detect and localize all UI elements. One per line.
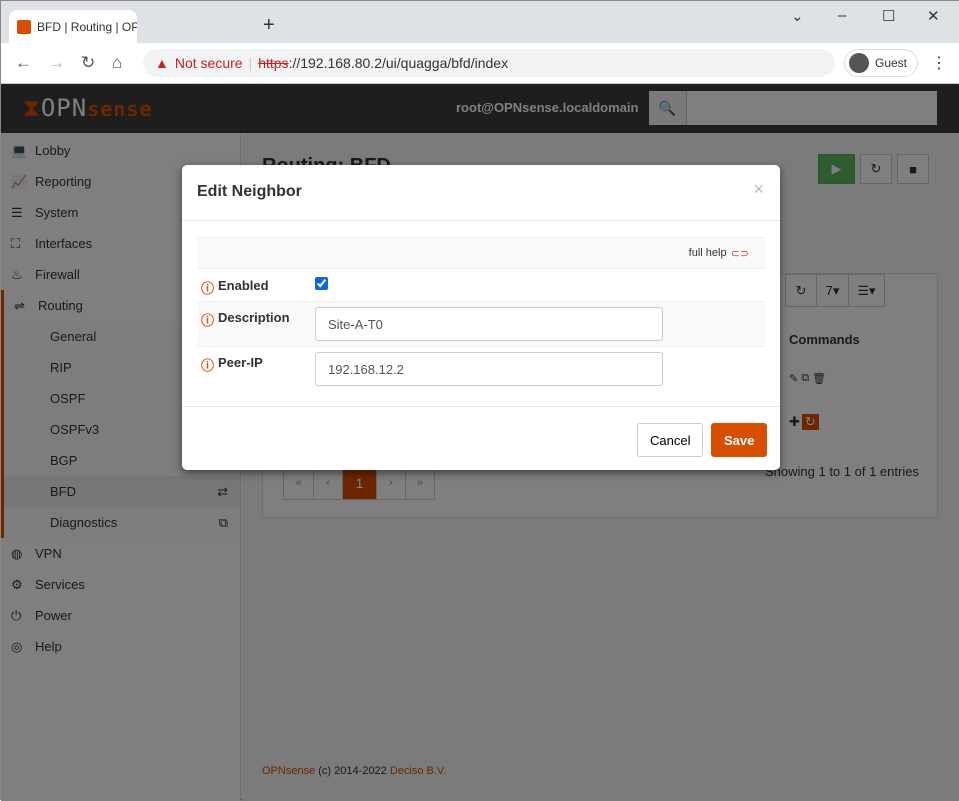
new-tab-button[interactable]: + [263, 14, 275, 37]
browser-tab[interactable]: BFD | Routing | OPNsense.localdc✕ [9, 10, 137, 43]
enabled-label: Enabled [218, 278, 269, 293]
edit-neighbor-dialog: Edit Neighbor × full help ⊂⊃ ⓘ Enabled ⓘ De… [182, 165, 780, 470]
close-icon[interactable]: × [753, 179, 764, 200]
avatar-icon [849, 53, 869, 73]
address-bar-row: ← → ↻ ⌂ ▲ Not secure | https://192.168.8… [1, 43, 959, 84]
description-input[interactable] [315, 307, 663, 341]
warning-icon: ▲ [155, 55, 169, 71]
tab-search-icon[interactable]: ⌄ [791, 7, 804, 25]
save-button[interactable]: Save [711, 423, 768, 457]
reload-icon[interactable]: ↻ [81, 53, 95, 73]
info-icon[interactable]: ⓘ [201, 355, 214, 383]
full-help-toggle[interactable]: full help ⊂⊃ [197, 237, 765, 268]
browser-menu-icon[interactable]: ⋮ [931, 53, 947, 73]
maximize-icon[interactable]: ☐ [882, 7, 895, 25]
close-window-icon[interactable]: ✕ [927, 7, 940, 25]
peer-ip-input[interactable] [315, 352, 663, 386]
info-icon[interactable]: ⓘ [201, 278, 214, 296]
toggle-off-icon[interactable]: ⊂⊃ [731, 247, 749, 260]
url-scheme: https [258, 55, 289, 71]
back-icon[interactable]: ← [15, 53, 32, 73]
description-label: Description [218, 310, 290, 325]
url-bar[interactable]: ▲ Not secure | https://192.168.80.2/ui/q… [143, 49, 835, 77]
favicon-icon [17, 19, 31, 34]
peer-ip-label: Peer-IP [218, 355, 263, 370]
enabled-checkbox[interactable] [315, 277, 328, 290]
minimize-icon[interactable]: – [838, 7, 846, 24]
dialog-title: Edit Neighbor [182, 165, 780, 221]
forward-icon[interactable]: → [48, 53, 65, 73]
profile-button[interactable]: Guest [844, 49, 918, 77]
profile-label: Guest [875, 56, 908, 70]
url-path: ://192.168.80.2/ui/quagga/bfd/index [288, 55, 509, 71]
cancel-button[interactable]: Cancel [637, 423, 704, 457]
browser-tab-bar: BFD | Routing | OPNsense.localdc✕ + ⌄ – … [1, 1, 959, 43]
not-secure-label[interactable]: Not secure [175, 55, 243, 71]
tab-title: BFD | Routing | OPNsense.localdc [37, 19, 137, 34]
info-icon[interactable]: ⓘ [201, 310, 214, 338]
home-icon[interactable]: ⌂ [112, 53, 122, 73]
